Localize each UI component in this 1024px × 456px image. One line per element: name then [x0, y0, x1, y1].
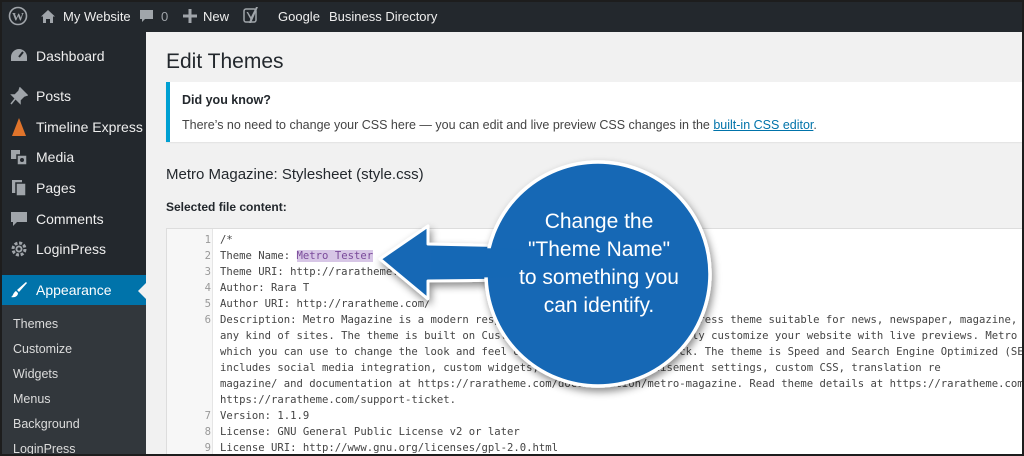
callout-line: can identify. [543, 294, 655, 317]
callout-line: "Theme Name" [527, 238, 671, 261]
callout-line: to something you [519, 266, 679, 289]
callout-line: Change the [544, 210, 654, 233]
callout-text: Change the "Theme Name" to something you… [470, 208, 728, 320]
